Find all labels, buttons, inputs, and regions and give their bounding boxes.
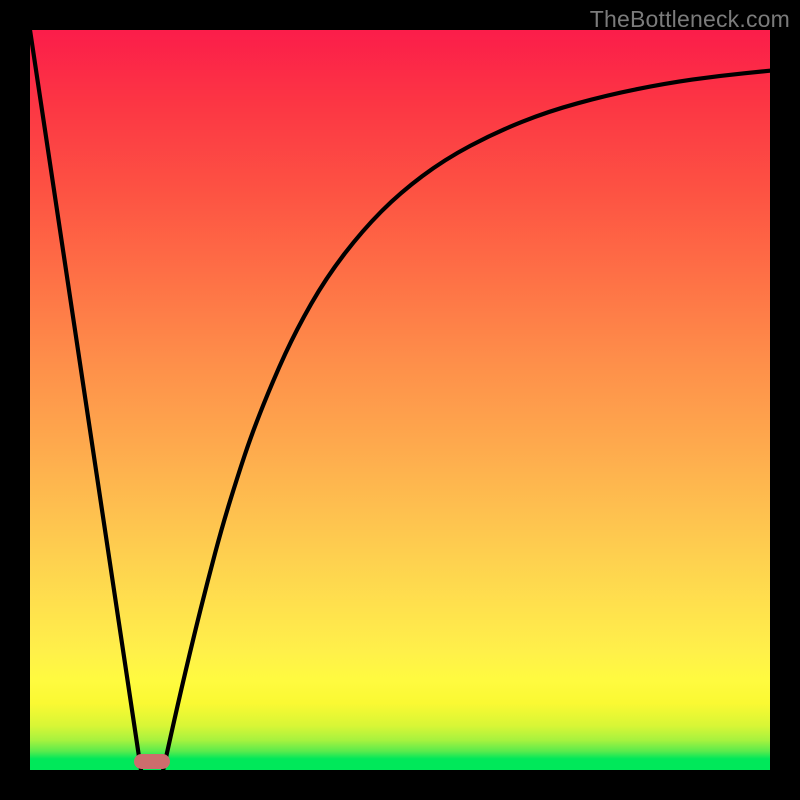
min-marker <box>134 754 170 769</box>
chart-frame: TheBottleneck.com <box>0 0 800 800</box>
plot-area <box>30 30 770 770</box>
left-branch-line <box>30 30 141 770</box>
right-branch-line <box>163 71 770 770</box>
curve-layer <box>30 30 770 770</box>
watermark-text: TheBottleneck.com <box>590 6 790 33</box>
